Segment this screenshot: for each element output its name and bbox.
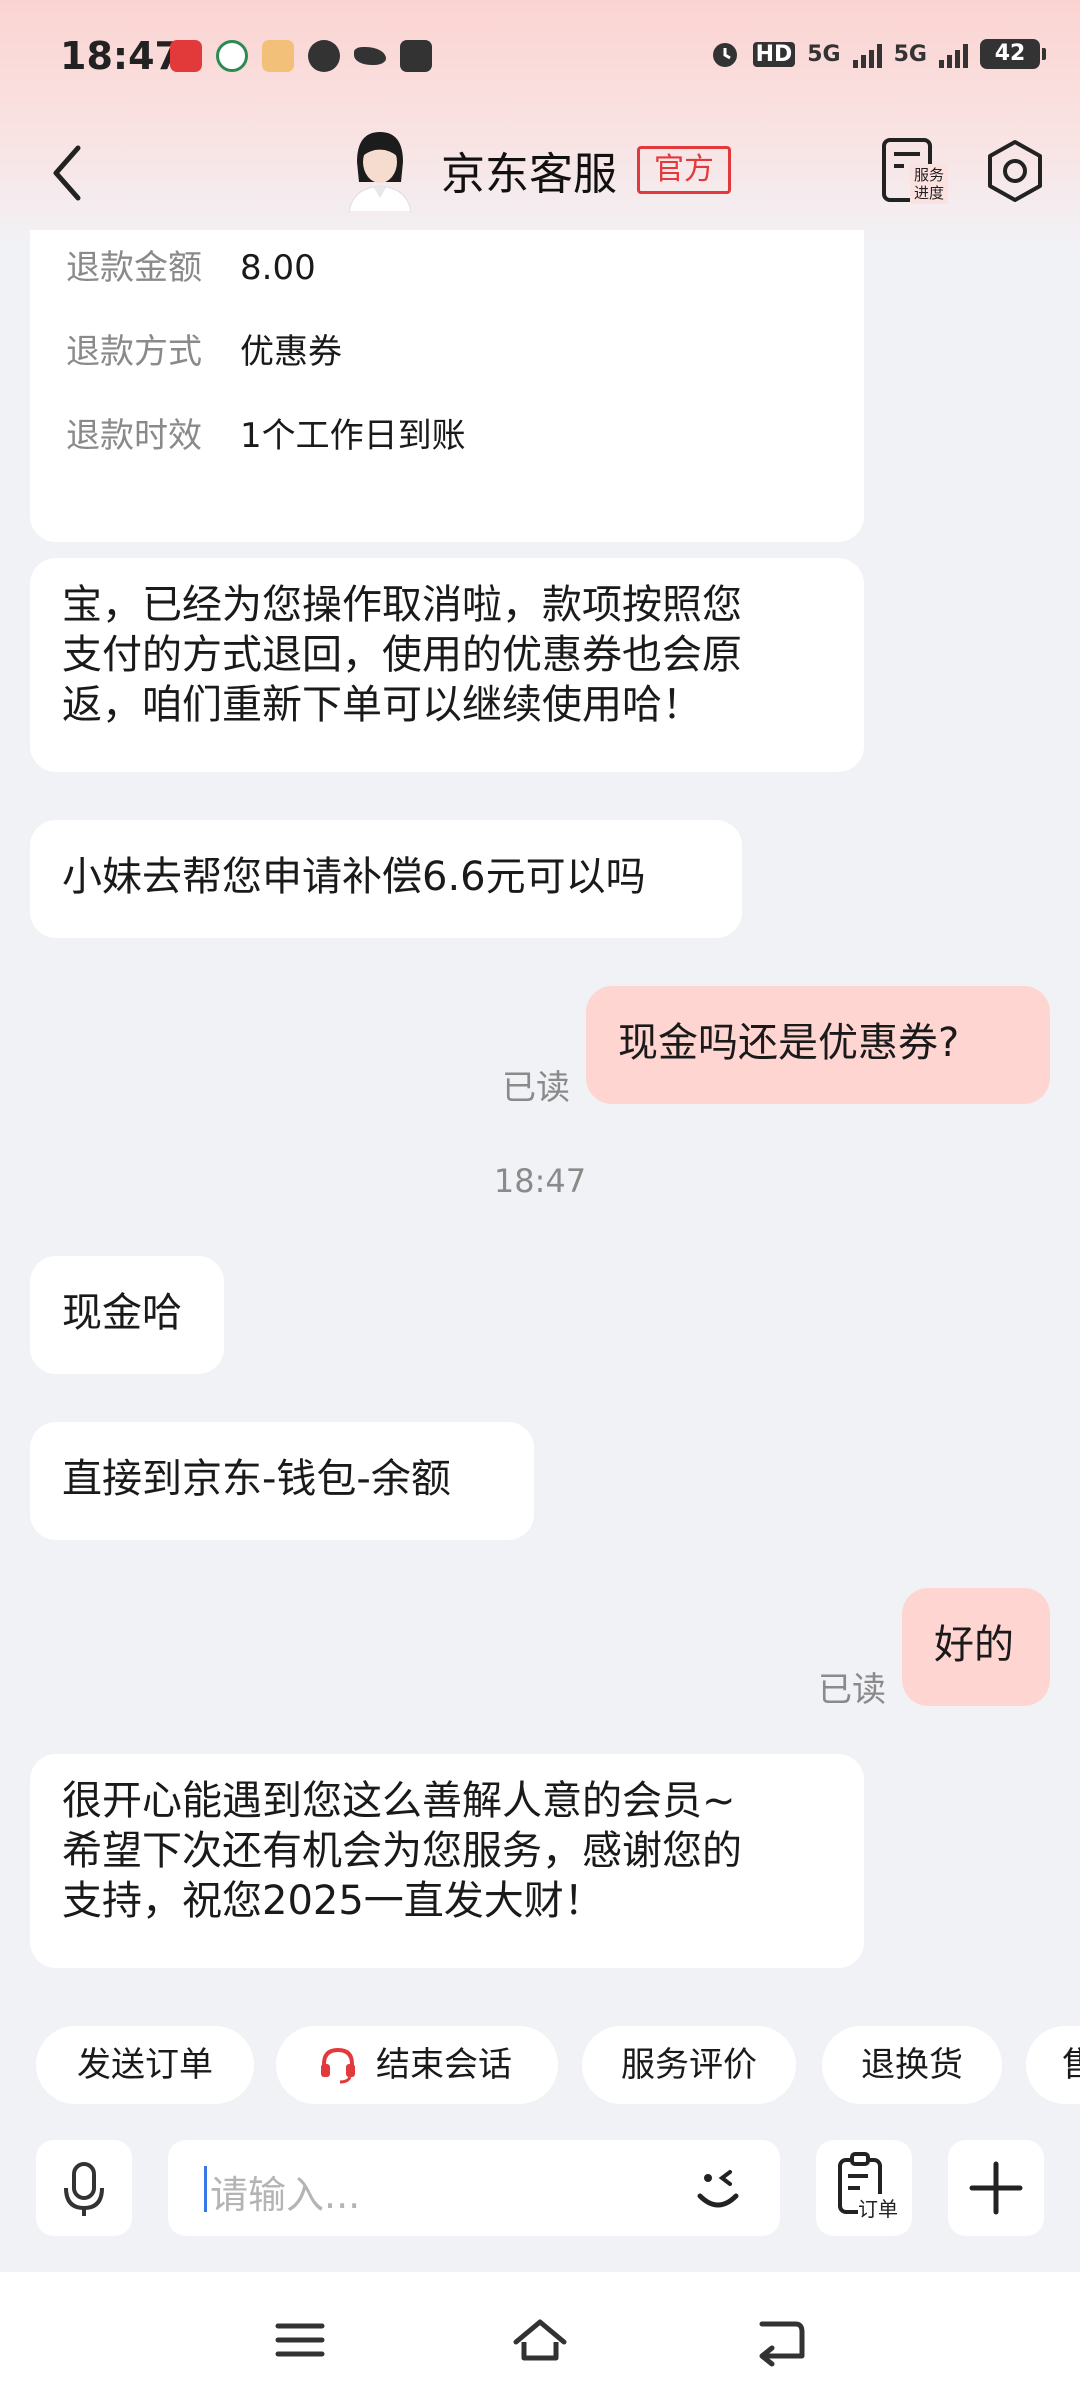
agent-message[interactable]: 很开心能遇到您这么善解人意的会员~ 希望下次还有机会为您服务，感谢您的 支持，祝… [30,1754,864,1968]
notification-icons [170,40,432,72]
bird-app-icon [354,47,386,65]
read-status: 已读 [502,1068,570,1108]
chat-bubble-icon [308,40,340,72]
message-line: 支持，祝您2025一直发大财！ [62,1878,604,1924]
agent-info[interactable]: 京东客服 官方 [345,128,731,213]
back-button[interactable] [40,138,100,208]
official-badge: 官方 [637,146,731,194]
input-placeholder: 请输入... [210,2173,361,2217]
input-bar: 请输入... 订单 [0,2136,1080,2240]
back-nav-icon[interactable] [752,2312,808,2368]
user-message[interactable]: 现金吗还是优惠券? [586,986,1050,1104]
refund-value: 1个工作日到账 [240,416,466,456]
refund-row: 退款时效 1个工作日到账 [66,408,466,457]
refund-key: 退款金额 [66,248,202,288]
app-notification-icon [170,40,202,72]
chat-header: 京东客服 官方 服务 进度 [0,118,1080,228]
system-navigation-bar [0,2272,1080,2400]
refund-value: 8.00 [240,248,316,288]
agent-message[interactable]: 直接到京东-钱包-余额 [30,1422,534,1540]
order-label: 订单 [858,2197,898,2221]
message-text: 现金哈 [62,1290,182,1336]
chip-label: 结束会话 [376,2045,512,2085]
refund-info-card: 退款金额 8.00 退款方式 优惠券 退款时效 1个工作日到账 [30,230,864,542]
app-notification-icon [216,40,248,72]
system-indicators: HD 5G 5G 42 [709,38,1046,70]
refund-row: 退款方式 优惠券 [66,324,342,373]
user-message[interactable]: 好的 [902,1588,1050,1706]
return-exchange-chip[interactable]: 退换货 [822,2026,1002,2104]
progress-label-bottom: 进度 [914,184,944,202]
refund-value: 优惠券 [240,332,342,372]
microphone-icon [64,2162,104,2216]
more-button[interactable] [948,2140,1044,2236]
menu-icon[interactable] [272,2312,328,2368]
home-icon[interactable] [512,2312,568,2368]
refund-row: 退款金额 8.00 [66,240,316,289]
signal-icon [852,40,882,68]
order-button[interactable]: 订单 [816,2140,912,2236]
chevron-left-icon [53,145,81,201]
rate-service-chip[interactable]: 服务评价 [582,2026,796,2104]
agent-avatar [345,128,415,213]
chip-label: 退换货 [861,2045,963,2085]
headset-icon [321,2047,355,2083]
message-text: 现金吗还是优惠券? [618,1020,960,1066]
hd-indicator: HD [752,41,796,67]
chip-label: 售 [1062,2045,1080,2085]
read-status: 已读 [818,1670,886,1710]
message-line: 希望下次还有机会为您服务，感谢您的 [62,1828,742,1874]
message-text: 直接到京东-钱包-余额 [62,1456,451,1502]
message-line: 支付的方式退回，使用的优惠券也会原 [62,632,742,678]
agent-message[interactable]: 宝，已经为您操作取消啦，款项按照您 支付的方式退回，使用的优惠券也会原 返，咱们… [30,558,864,772]
clipboard-order-icon: 订单 [838,2152,898,2222]
message-line: 很开心能遇到您这么善解人意的会员~ [62,1778,736,1824]
chip-label: 发送订单 [77,2045,213,2085]
message-line: 宝，已经为您操作取消啦，款项按照您 [62,582,742,628]
status-time: 18:47 [60,34,181,78]
message-text: 好的 [934,1622,1014,1668]
settings-icon [988,140,1042,202]
battery-icon: 42 [980,39,1046,69]
network-type-1: 5G [807,41,841,67]
agent-message[interactable]: 现金哈 [30,1256,224,1374]
message-input[interactable]: 请输入... [168,2140,780,2236]
message-timestamp: 18:47 [493,1162,587,1200]
message-text: 小妹去帮您申请补偿6.6元可以吗 [62,854,646,900]
plus-icon [969,2161,1023,2215]
end-session-chip[interactable]: 结束会话 [276,2026,558,2104]
voice-button[interactable] [36,2140,132,2236]
app-notification-icon [400,40,432,72]
agent-message[interactable]: 小妹去帮您申请补偿6.6元可以吗 [30,820,742,938]
refund-key: 退款方式 [66,332,202,372]
agent-name: 京东客服 [441,149,617,200]
status-bar: 18:47 HD 5G 5G 42 [0,0,1080,118]
send-order-chip[interactable]: 发送订单 [36,2026,254,2104]
quick-actions-bar: 发送订单 结束会话 服务评价 退换货 售 [0,2026,1080,2106]
text-cursor [204,2166,207,2212]
service-progress-icon: 服务 进度 [882,138,948,204]
chip-label: 服务评价 [621,2045,757,2085]
partial-chip[interactable]: 售 [1026,2026,1080,2104]
refund-key: 退款时效 [66,416,202,456]
app-notification-icon [262,40,294,72]
chat-messages[interactable]: 退款金额 8.00 退款方式 优惠券 退款时效 1个工作日到账 宝，已经为您操作取消啦… [0,230,1080,1990]
signal-icon [939,40,968,68]
emoji-icon[interactable] [686,2156,750,2220]
network-type-2: 5G [893,41,927,67]
service-progress-button[interactable]: 服务 进度 [880,136,950,206]
progress-label-top: 服务 [914,166,944,184]
message-line: 返，咱们重新下单可以继续使用哈！ [62,682,702,728]
alarm-icon [712,43,737,67]
settings-button[interactable] [982,136,1048,206]
